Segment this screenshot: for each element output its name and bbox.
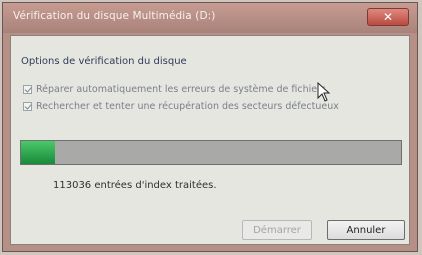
- cancel-button[interactable]: Annuler: [327, 220, 405, 240]
- start-button[interactable]: Démarrer: [242, 220, 312, 240]
- scan-bad-sectors-checkbox[interactable]: [23, 102, 32, 111]
- option-repair-filesystem[interactable]: Réparer automatiquement les erreurs de s…: [23, 84, 326, 95]
- close-button[interactable]: ✕: [367, 8, 409, 26]
- options-group-label: Options de vérification du disque: [21, 56, 187, 67]
- option-scan-bad-sectors-label: Rechercher et tenter une récupération de…: [36, 101, 339, 112]
- window-title: Vérification du disque Multimédia (D:): [13, 10, 216, 22]
- close-icon: ✕: [382, 10, 394, 24]
- dialog-client-area: Options de vérification du disque Répare…: [10, 35, 410, 245]
- title-bar[interactable]: Vérification du disque Multimédia (D:) ✕: [3, 3, 417, 33]
- progress-bar: [20, 140, 402, 165]
- dialog-window: Vérification du disque Multimédia (D:) ✕…: [2, 2, 418, 252]
- mouse-pointer-icon: [317, 82, 331, 102]
- option-repair-filesystem-label: Réparer automatiquement les erreurs de s…: [36, 84, 326, 95]
- status-text: 113036 entrées d'index traitées.: [53, 180, 217, 191]
- progress-fill: [21, 141, 56, 164]
- option-scan-bad-sectors[interactable]: Rechercher et tenter une récupération de…: [23, 101, 339, 112]
- repair-filesystem-checkbox[interactable]: [23, 85, 32, 94]
